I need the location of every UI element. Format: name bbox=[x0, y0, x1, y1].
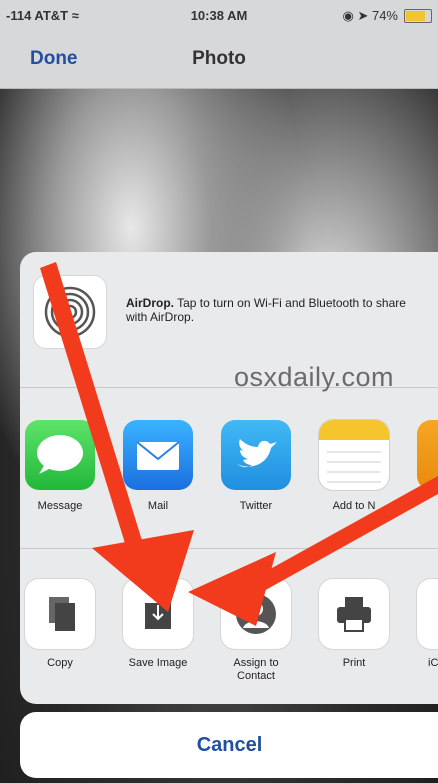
share-app-label: Twitter bbox=[239, 500, 273, 512]
share-app-message[interactable]: Message bbox=[20, 420, 100, 512]
airdrop-row[interactable]: AirDrop. Tap to turn on Wi-Fi and Blueto… bbox=[20, 252, 438, 392]
action-icloud[interactable]: iC bbox=[412, 579, 438, 670]
assign-contact-icon bbox=[221, 579, 291, 649]
airdrop-title: AirDrop. bbox=[126, 296, 174, 310]
action-label: Save Image bbox=[128, 657, 188, 669]
share-app-twitter[interactable]: Twitter bbox=[216, 420, 296, 512]
cancel-button[interactable]: Cancel bbox=[20, 712, 438, 778]
airdrop-description: AirDrop. Tap to turn on Wi-Fi and Blueto… bbox=[126, 296, 426, 324]
battery-icon bbox=[404, 9, 432, 23]
notes-icon bbox=[319, 420, 389, 490]
share-apps-row: Message Mail Twitter Add to N bbox=[20, 388, 438, 549]
share-app-notes[interactable]: Add to N bbox=[314, 420, 394, 512]
twitter-icon bbox=[221, 420, 291, 490]
action-label: Print bbox=[342, 657, 366, 669]
share-actions-row: Copy Save Image Assign to Contact Print … bbox=[20, 549, 438, 704]
copy-icon bbox=[25, 579, 95, 649]
action-print[interactable]: Print bbox=[314, 579, 394, 670]
share-app-label: Mail bbox=[147, 500, 169, 512]
share-app-orange[interactable] bbox=[412, 420, 438, 490]
status-indicators: ◉ ➤ 74% bbox=[342, 8, 398, 23]
app-icon bbox=[417, 420, 438, 490]
mail-icon bbox=[123, 420, 193, 490]
share-app-label: Add to N bbox=[332, 500, 376, 512]
icloud-icon bbox=[417, 579, 438, 649]
action-label: iC bbox=[428, 657, 438, 669]
action-label: Assign to Contact bbox=[233, 657, 279, 682]
save-image-icon bbox=[123, 579, 193, 649]
action-copy[interactable]: Copy bbox=[20, 579, 100, 670]
page-title: Photo bbox=[192, 48, 246, 69]
message-icon bbox=[25, 420, 95, 490]
action-assign-contact[interactable]: Assign to Contact bbox=[216, 579, 296, 683]
share-app-mail[interactable]: Mail bbox=[118, 420, 198, 512]
airdrop-icon[interactable] bbox=[34, 276, 106, 348]
share-sheet: AirDrop. Tap to turn on Wi-Fi and Blueto… bbox=[20, 252, 438, 704]
action-label: Copy bbox=[47, 657, 73, 669]
navigation-bar: Done Photo bbox=[0, 30, 438, 89]
status-bar: -114 AT&T ≈ 10:38 AM ◉ ➤ 74% bbox=[0, 0, 438, 30]
share-app-label: Message bbox=[37, 500, 83, 512]
action-save-image[interactable]: Save Image bbox=[118, 579, 198, 670]
print-icon bbox=[319, 579, 389, 649]
